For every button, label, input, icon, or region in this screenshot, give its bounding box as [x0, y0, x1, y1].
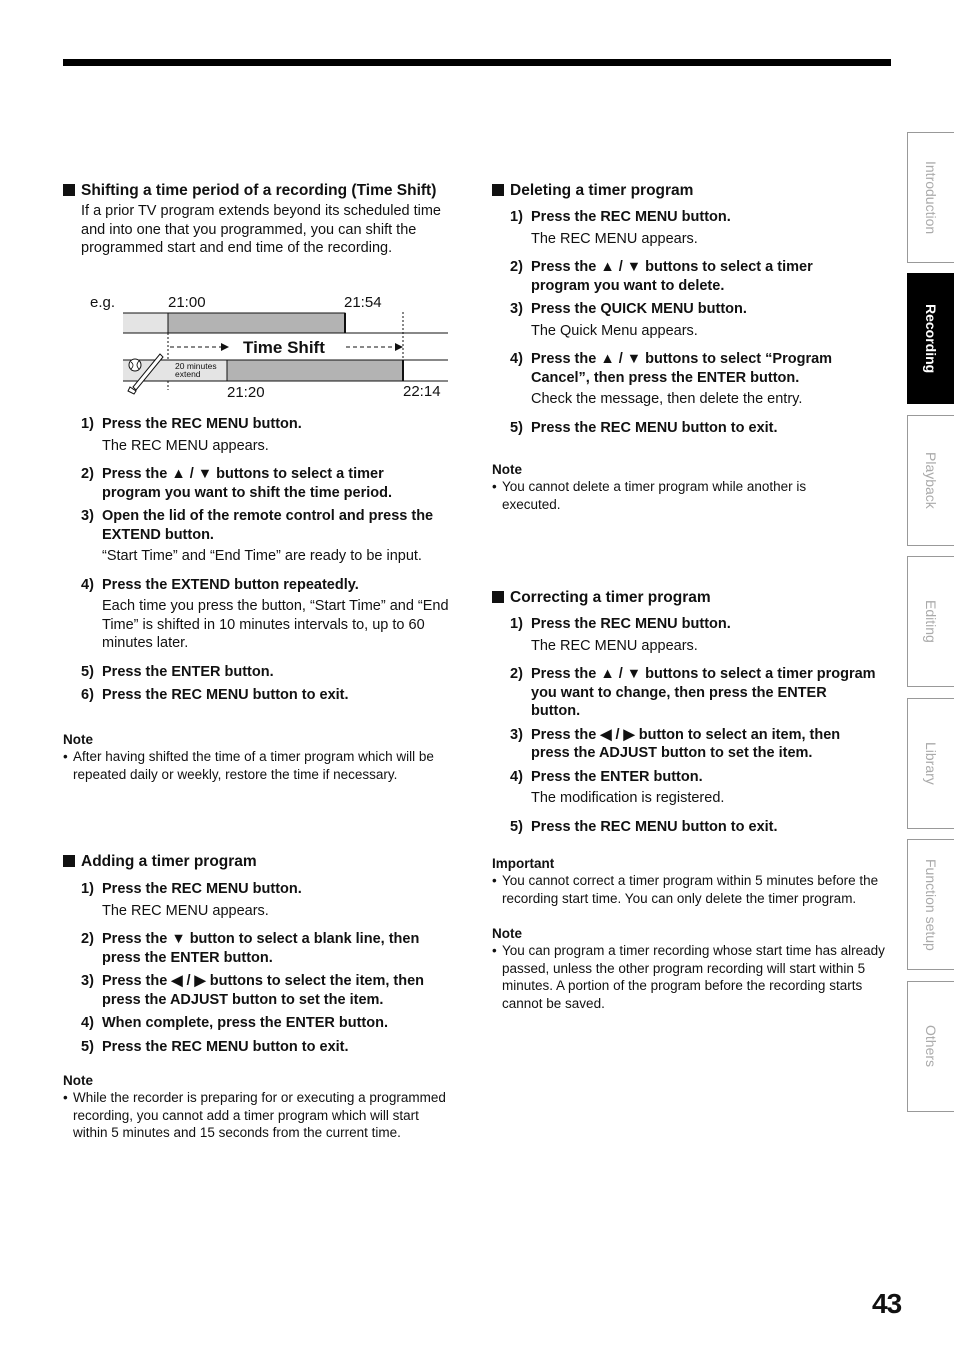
section-title-adding: Adding a timer program: [63, 852, 463, 872]
list-item: 4) Press the ENTER button.: [510, 768, 703, 785]
eg-label: e.g.: [90, 294, 116, 311]
tab-recording[interactable]: Recording: [907, 273, 954, 404]
orig-end-time: 21:54: [344, 294, 382, 311]
deleting-section: Deleting a timer program 1) Press the REC…: [492, 181, 892, 513]
list-item: 1) Press the REC MENU button.: [81, 416, 302, 432]
left-column: Shifting a time period of a recording (T…: [63, 181, 463, 258]
original-recording-bar: [167, 312, 346, 334]
prior-program-bar: [123, 313, 168, 333]
time-shift-note: Note • After having shifted the time of a…: [63, 732, 434, 782]
time-shift-diagram: e.g. 21:00 21:54 Time Shift 20 minutes e…: [88, 290, 458, 405]
tab-library[interactable]: Library: [907, 698, 954, 829]
deleting-note: Note • You cannot delete a timer program …: [492, 462, 807, 512]
new-end-time: 22:14: [403, 383, 441, 400]
section-title-correcting: Correcting a timer program: [492, 588, 892, 608]
adding-note: Note • While the recorder is preparing fo…: [63, 1073, 446, 1140]
shifted-recording-bar: [227, 360, 403, 381]
tab-editing[interactable]: Editing: [907, 556, 954, 687]
tab-others[interactable]: Others: [907, 981, 954, 1112]
list-item: 4) Press the EXTEND button repeatedly.: [81, 576, 359, 593]
orig-start-time: 21:00: [168, 294, 206, 311]
square-bullet-icon: [63, 855, 75, 867]
new-start-time: 21:20: [227, 384, 265, 401]
tab-function-setup[interactable]: Function setup: [907, 839, 954, 970]
list-item: 1) Press the REC MENU button.: [510, 209, 731, 225]
time-shift-label: Time Shift: [243, 338, 325, 357]
list-item: 5) Press the REC MENU button to exit.: [510, 419, 778, 436]
list-item: 2) Press the ▲ / ▼ buttons to select a ti…: [510, 259, 813, 294]
list-item: 4) When complete, press the ENTER button.: [81, 1015, 388, 1031]
list-item: 1) Press the REC MENU button.: [81, 881, 302, 897]
tab-playback[interactable]: Playback: [907, 415, 954, 546]
list-item: 4) Press the ▲ / ▼ buttons to select “Pro…: [510, 351, 833, 386]
square-bullet-icon: [63, 184, 75, 196]
list-item: 2) Press the ▲ / ▼ buttons to select a ti…: [81, 466, 393, 501]
list-item: 3) Open the lid of the remote control and…: [81, 508, 434, 543]
list-item: 3) Press the ◀ / ▶ buttons to select the …: [81, 973, 425, 1008]
list-item: 2) Press the ▲ / ▼ buttons to select a ti…: [510, 666, 876, 719]
section-title-deleting: Deleting a timer program: [492, 181, 892, 201]
page-number: 43: [872, 1288, 902, 1319]
extend-label: 20 minutes extend: [175, 361, 217, 379]
adding-section: Adding a timer program 1) Press the REC M…: [63, 852, 463, 1142]
list-item: 3) Press the ◀ / ▶ button to select an it…: [510, 726, 841, 762]
list-item: 6) Press the REC MENU button to exit.: [81, 687, 349, 703]
section-title-time-shift: Shifting a time period of a recording (T…: [63, 181, 463, 201]
square-bullet-icon: [492, 591, 504, 603]
correcting-section: Correcting a timer program 1) Press the R…: [492, 588, 892, 1012]
header-rule: [63, 59, 891, 66]
correcting-important: Important • You cannot correct a timer pr…: [492, 856, 879, 906]
list-item: 5) Press the ENTER button.: [81, 663, 274, 680]
correcting-note: Note • You can program a timer recording …: [492, 926, 885, 1011]
list-item: 5) Press the REC MENU button to exit.: [81, 1038, 349, 1055]
list-item: 1) Press the REC MENU button.: [510, 616, 731, 632]
list-item: 5) Press the REC MENU button to exit.: [510, 818, 778, 835]
tab-introduction[interactable]: Introduction: [907, 132, 954, 263]
list-item: 2) Press the ▼ button to select a blank l…: [81, 931, 420, 966]
time-shift-steps: 1) Press the REC MENU button. The REC MEN…: [63, 415, 473, 705]
square-bullet-icon: [492, 184, 504, 196]
list-item: 3) Press the QUICK MENU button.: [510, 301, 747, 317]
time-shift-intro: If a prior TV program extends beyond its…: [81, 203, 442, 256]
